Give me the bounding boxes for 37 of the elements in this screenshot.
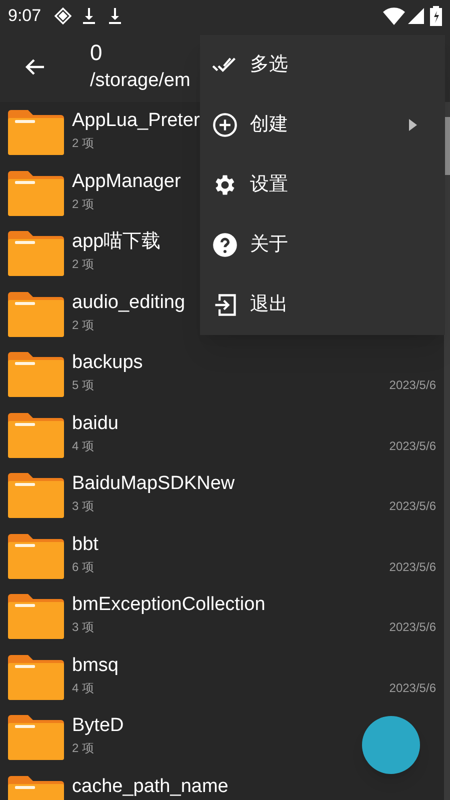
folder-name: AppLua_Preter bbox=[72, 109, 200, 133]
item-count: 6 项 bbox=[72, 558, 94, 576]
menu-label: 设置 bbox=[250, 172, 289, 197]
folder-name: BaiduMapSDKNew bbox=[72, 472, 235, 496]
item-count: 2 项 bbox=[72, 196, 94, 212]
menu-label: 关于 bbox=[250, 232, 289, 257]
modified-date: 2023/5/6 bbox=[389, 680, 436, 696]
item-count: 4 项 bbox=[72, 680, 94, 696]
folder-name: ByteD bbox=[72, 714, 124, 738]
folder-name: bbt bbox=[72, 532, 98, 556]
item-count: 3 项 bbox=[72, 498, 94, 515]
folder-name: bmsq bbox=[72, 654, 118, 678]
folder-name: app喵下载 bbox=[72, 230, 161, 254]
folder-name: bmExceptionCollection bbox=[72, 593, 266, 617]
item-count: 2 项 bbox=[72, 740, 94, 757]
status-time: 9:07 bbox=[8, 5, 42, 28]
item-count: 2 项 bbox=[72, 135, 94, 152]
folder-name: backups bbox=[72, 351, 143, 375]
item-count: 4 项 bbox=[72, 438, 94, 454]
folder-path: /storage/em bbox=[90, 69, 190, 93]
menu-label: 创建 bbox=[250, 112, 289, 137]
modified-date: 2023/5/6 bbox=[389, 619, 436, 636]
item-count: 2 项 bbox=[72, 316, 94, 334]
item-count: 5 项 bbox=[72, 377, 94, 394]
folder-name: AppManager bbox=[72, 170, 181, 194]
modified-date: 2023/5/6 bbox=[389, 438, 436, 454]
folder-name: audio_editing bbox=[72, 290, 186, 314]
modified-date: 2023/5/6 bbox=[389, 558, 436, 576]
modified-date: 2023/5/6 bbox=[389, 377, 436, 394]
folder-title: 0 bbox=[90, 39, 104, 67]
menu-label: 退出 bbox=[250, 292, 289, 317]
item-count: 2 项 bbox=[72, 256, 94, 273]
folder-name: cache_path_name bbox=[72, 774, 228, 798]
menu-label: 多选 bbox=[250, 52, 289, 77]
folder-name: baidu bbox=[72, 412, 118, 436]
item-count: 3 项 bbox=[72, 619, 94, 636]
modified-date: 2023/5/6 bbox=[389, 498, 436, 515]
